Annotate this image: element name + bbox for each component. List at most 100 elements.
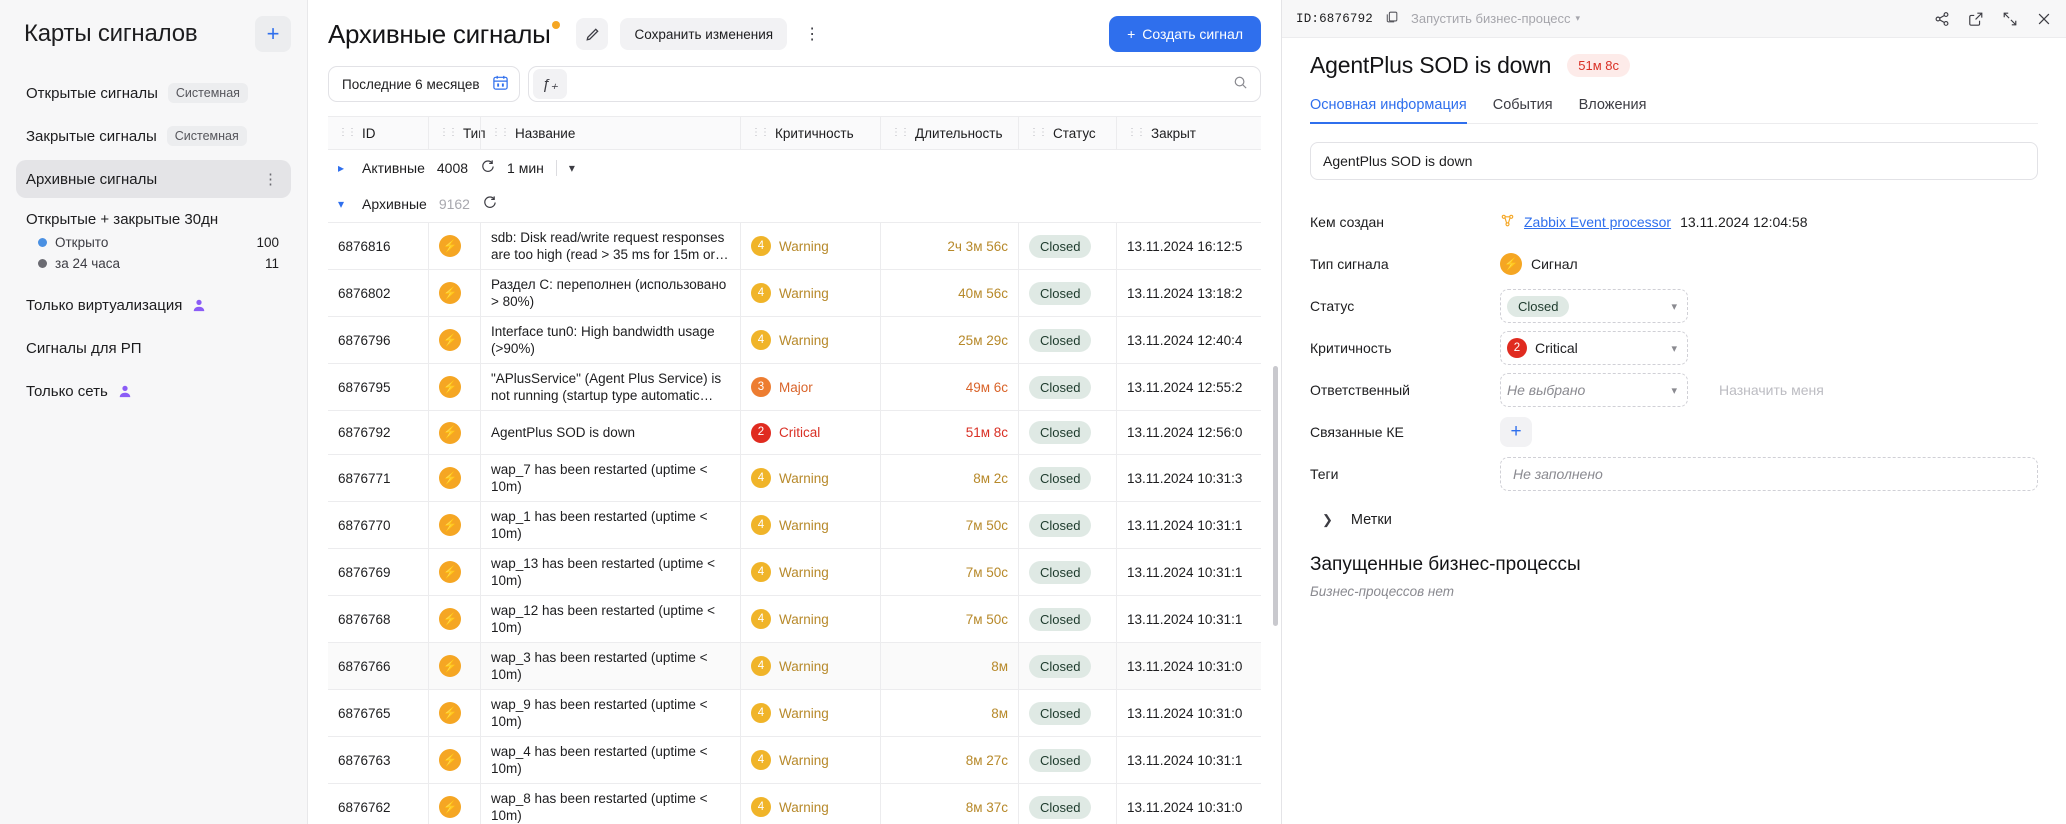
search-input[interactable] xyxy=(567,68,1233,100)
tags-input[interactable]: Не заполнено xyxy=(1500,457,2038,491)
sidebar-item-archive-signals[interactable]: Архивные сигналы ⋮ xyxy=(16,160,291,198)
status-badge: Closed xyxy=(1029,749,1091,772)
search-bar[interactable]: ƒ₊ xyxy=(528,66,1261,102)
table-row[interactable]: 6876792⚡AgentPlus SOD is down2Critical51… xyxy=(328,411,1261,455)
column-label: Длительность xyxy=(915,126,1003,141)
expand-icon[interactable] xyxy=(2002,11,2018,27)
status-badge: Closed xyxy=(1029,421,1091,444)
created-by-link[interactable]: Zabbix Event processor xyxy=(1524,214,1671,230)
sidebar: Карты сигналов + Открытые сигналы Систем… xyxy=(0,0,308,824)
table-row[interactable]: 6876765⚡wap_9 has been restarted (uptime… xyxy=(328,690,1261,737)
cell-duration: 7м 50с xyxy=(880,596,1018,642)
sidebar-item-signals-rp[interactable]: Сигналы для РП xyxy=(16,329,291,367)
formula-icon[interactable]: ƒ₊ xyxy=(533,69,567,99)
table-row[interactable]: 6876802⚡Раздел C: переполнен (использова… xyxy=(328,270,1261,317)
person-icon xyxy=(118,384,132,398)
create-signal-button[interactable]: + Создать сигнал xyxy=(1109,16,1261,52)
assign-me-link[interactable]: Назначить меня xyxy=(1719,382,1824,398)
chevron-down-icon[interactable]: ▾ xyxy=(569,161,581,175)
start-business-process-button[interactable]: Запустить бизнес-процесс ▾ xyxy=(1411,11,1580,26)
save-changes-button[interactable]: Сохранить изменения xyxy=(620,18,787,50)
status-select[interactable]: Closed ▾ xyxy=(1500,289,1688,323)
table-row[interactable]: 6876769⚡wap_13 has been restarted (uptim… xyxy=(328,549,1261,596)
grip-icon[interactable] xyxy=(491,129,509,137)
tab-attachments[interactable]: Вложения xyxy=(1579,97,1647,124)
sidebar-item-network-only[interactable]: Только сеть xyxy=(16,372,291,410)
cell-id: 6876763 xyxy=(328,737,428,783)
cell-criticality: 4Warning xyxy=(740,223,880,269)
marks-section-toggle[interactable]: ❯ Метки xyxy=(1322,512,2038,528)
column-header-criticality[interactable]: Критичность xyxy=(740,116,880,150)
cell-id: 6876766 xyxy=(328,643,428,689)
criticality-select[interactable]: 2 Critical ▾ xyxy=(1500,331,1688,365)
table-row[interactable]: 6876762⚡wap_8 has been restarted (uptime… xyxy=(328,784,1261,824)
column-header-name[interactable]: Название xyxy=(480,116,740,150)
grip-icon[interactable] xyxy=(891,129,909,137)
copy-icon[interactable] xyxy=(1385,10,1399,27)
grip-icon[interactable] xyxy=(1029,129,1047,137)
cell-id: 6876792 xyxy=(328,411,428,454)
refresh-icon[interactable] xyxy=(482,195,497,213)
group-row-active[interactable]: ▸ Активные 4008 1 мин ▾ xyxy=(308,150,1281,186)
table-row[interactable]: 6876816⚡sdb: Disk read/write request res… xyxy=(328,223,1261,270)
sidebar-stat-24h[interactable]: за 24 часа 11 xyxy=(16,253,291,274)
sidebar-stat-open[interactable]: Открыто 100 xyxy=(16,232,291,253)
tab-events[interactable]: События xyxy=(1493,97,1553,124)
grip-icon[interactable] xyxy=(1127,129,1145,137)
vertical-scrollbar[interactable] xyxy=(1273,366,1278,626)
grip-icon[interactable] xyxy=(751,129,769,137)
bolt-icon: ⚡ xyxy=(439,796,461,818)
table-row[interactable]: 6876771⚡wap_7 has been restarted (uptime… xyxy=(328,455,1261,502)
severity-number: 4 xyxy=(751,515,771,535)
refresh-icon[interactable] xyxy=(480,159,495,177)
grip-icon[interactable] xyxy=(338,129,356,137)
cell-type: ⚡ xyxy=(428,223,480,269)
table-row[interactable]: 6876770⚡wap_1 has been restarted (uptime… xyxy=(328,502,1261,549)
column-label: ID xyxy=(362,126,376,141)
table-row[interactable]: 6876795⚡"APlusService" (Agent Plus Servi… xyxy=(328,364,1261,411)
column-header-id[interactable]: ID xyxy=(328,116,428,150)
edit-pencil-icon[interactable] xyxy=(576,18,608,50)
grip-icon[interactable] xyxy=(439,129,457,137)
date-range-value: Последние 6 месяцев xyxy=(342,77,480,92)
kebab-menu-icon[interactable]: ⋮ xyxy=(263,170,279,188)
column-header-closed[interactable]: Закрыт xyxy=(1116,116,1261,150)
severity-badge: 4Warning xyxy=(751,330,829,350)
bp-section-title: Запущенные бизнес-процессы xyxy=(1310,554,2038,576)
column-header-type[interactable]: Тип xyxy=(428,116,480,150)
more-options-icon[interactable]: ⋮ xyxy=(799,18,825,50)
table-row[interactable]: 6876768⚡wap_12 has been restarted (uptim… xyxy=(328,596,1261,643)
share-icon[interactable] xyxy=(1934,11,1950,27)
table-row[interactable]: 6876796⚡Interface tun0: High bandwidth u… xyxy=(328,317,1261,364)
group-row-archive[interactable]: ▾ Архивные 9162 xyxy=(308,186,1281,222)
sidebar-item-closed-signals[interactable]: Закрытые сигналы Системная xyxy=(16,117,291,155)
tab-main-info[interactable]: Основная информация xyxy=(1310,97,1467,124)
severity-number: 4 xyxy=(751,468,771,488)
sidebar-stat-label: Открыто xyxy=(55,235,108,250)
close-icon[interactable] xyxy=(2036,11,2052,27)
sidebar-item-virtualization[interactable]: Только виртуализация xyxy=(16,286,291,324)
sidebar-item-open-signals[interactable]: Открытые сигналы Системная xyxy=(16,74,291,112)
severity-number: 4 xyxy=(751,609,771,629)
title-row: Архивные сигналы Сохранить изменения ⋮ +… xyxy=(328,12,1261,56)
cell-name: wap_4 has been restarted (uptime < 10m) xyxy=(480,737,740,783)
add-ci-button[interactable]: + xyxy=(1500,417,1532,447)
chevron-right-icon[interactable]: ▸ xyxy=(338,161,350,175)
table-row[interactable]: 6876763⚡wap_4 has been restarted (uptime… xyxy=(328,737,1261,784)
column-header-duration[interactable]: Длительность xyxy=(880,116,1018,150)
assignee-value: Не выбрано xyxy=(1507,382,1585,398)
add-map-button[interactable]: + xyxy=(255,16,291,52)
cell-id: 6876816 xyxy=(328,223,428,269)
cell-id: 6876796 xyxy=(328,317,428,363)
field-value: Не выбрано ▾ Назначить меня xyxy=(1500,373,2038,407)
table-row[interactable]: 6876766⚡wap_3 has been restarted (uptime… xyxy=(328,643,1261,690)
column-header-status[interactable]: Статус xyxy=(1018,116,1116,150)
cell-criticality: 4Warning xyxy=(740,502,880,548)
assignee-select[interactable]: Не выбрано ▾ xyxy=(1500,373,1688,407)
cell-closed: 13.11.2024 10:31:1 xyxy=(1116,596,1261,642)
open-external-icon[interactable] xyxy=(1968,11,1984,27)
signal-name-field[interactable]: AgentPlus SOD is down xyxy=(1310,142,2038,180)
search-icon[interactable] xyxy=(1233,75,1248,94)
date-range-picker[interactable]: Последние 6 месяцев xyxy=(328,66,520,102)
chevron-down-icon[interactable]: ▾ xyxy=(338,197,350,211)
